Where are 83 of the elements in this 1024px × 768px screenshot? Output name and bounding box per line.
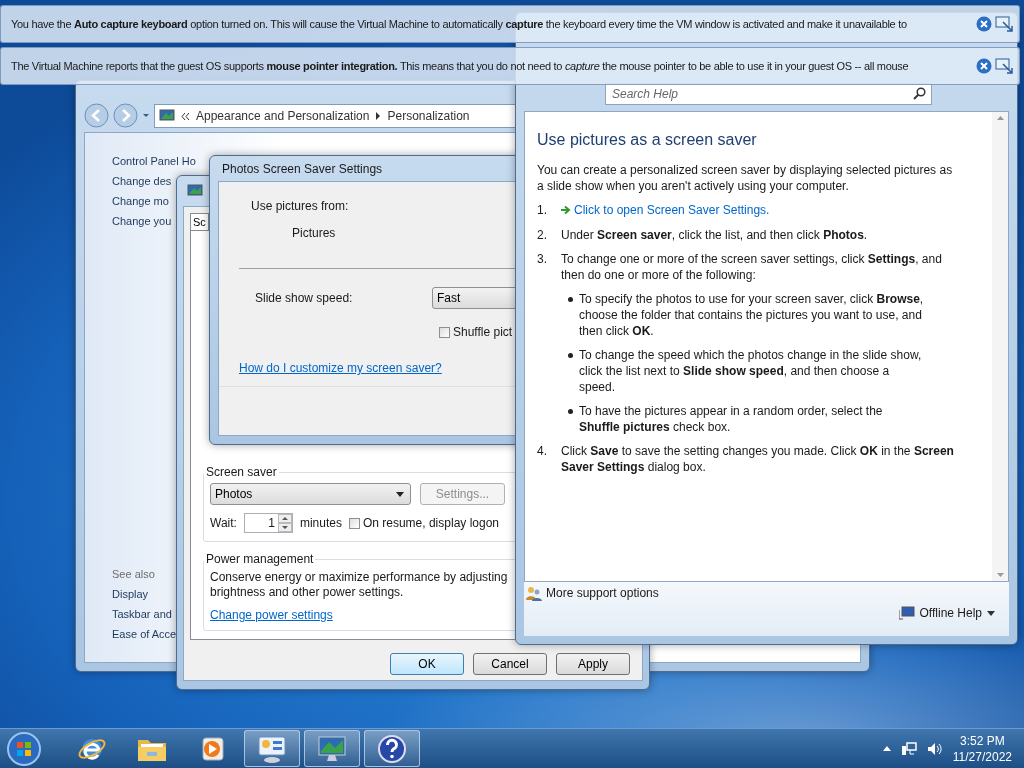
- help-link[interactable]: How do I customize my screen saver?: [239, 361, 442, 375]
- scrollbar[interactable]: [992, 112, 1008, 581]
- speed-label: Slide show speed:: [255, 291, 354, 305]
- monitor-icon: [187, 184, 203, 198]
- step-number: 2.: [537, 227, 548, 243]
- taskbar-button[interactable]: [244, 730, 300, 767]
- clock[interactable]: 3:52 PM 11/27/2022: [952, 732, 1012, 765]
- step-number: 4.: [537, 443, 548, 460]
- wait-label: Wait:: [210, 516, 237, 530]
- offline-help-button[interactable]: Offline Help: [892, 605, 1001, 621]
- screen-saver-dropdown[interactable]: Photos: [210, 483, 411, 505]
- support-link[interactable]: More support options: [546, 586, 659, 600]
- hide-message-icon[interactable]: [995, 58, 1013, 74]
- caret-icon: [987, 610, 995, 616]
- help-icon: [377, 733, 407, 764]
- bullet-text: To change the speed which the photos change in the slide show, click the list next to Slide show speed, and then choose a speed.: [579, 347, 923, 395]
- clock-date: 11/27/2022: [952, 748, 1012, 765]
- notification-text: You have the Auto capture keyboard option turned on. This will cause the Virtual Machine to automatically capture the keyboard every time the VM window is activated and make it unavailable to: [11, 18, 908, 30]
- address-bar[interactable]: Appearance and Personalization Personalization: [154, 104, 516, 128]
- dialog-title: Photos Screen Saver Settings: [222, 161, 383, 176]
- back-icon[interactable]: [84, 103, 109, 128]
- breadcrumb-item[interactable]: Personalization: [387, 109, 470, 123]
- step-text: To change one or more of the screen saver settings, click Settings, and then do one or more of the following:: [561, 251, 943, 283]
- sidebar-link[interactable]: Control Panel Ho: [112, 155, 196, 167]
- use-pictures-label: Use pictures from:: [250, 199, 350, 213]
- sidebar-link[interactable]: Taskbar and: [112, 608, 172, 620]
- sidebar-link[interactable]: Change des: [112, 175, 172, 187]
- caret-icon: [396, 491, 404, 497]
- scroll-down-icon[interactable]: [996, 573, 1004, 577]
- people-icon: [526, 585, 542, 601]
- shuffle-checkbox[interactable]: [439, 326, 450, 338]
- screen-saver-settings-link[interactable]: Click to open Screen Saver Settings.: [561, 202, 770, 218]
- see-also-heading: See also: [112, 568, 155, 580]
- monitor-icon: [316, 733, 348, 764]
- power-settings-link[interactable]: Change power settings: [210, 608, 333, 622]
- scroll-up-icon[interactable]: [996, 116, 1004, 120]
- checkbox-label: Shuffle pict: [453, 325, 513, 339]
- dialog-button[interactable]: Apply: [556, 653, 630, 675]
- logon-checkbox[interactable]: [348, 517, 360, 529]
- group-title: Power management: [205, 552, 315, 566]
- hide-message-icon[interactable]: [995, 16, 1013, 32]
- show-hidden-icons-icon[interactable]: [882, 746, 891, 751]
- close-icon[interactable]: [976, 16, 992, 32]
- step-text: Click Save to save the setting changes you made. Click OK in the Screen Saver Settings dialog box.: [561, 443, 955, 475]
- taskbar-button[interactable]: [364, 730, 420, 767]
- bullet-icon: [567, 353, 573, 358]
- chevrons-icon: [181, 111, 190, 121]
- minutes-label: minutes: [299, 516, 342, 530]
- sidebar-link[interactable]: Change mo: [112, 195, 169, 207]
- dialog-button[interactable]: OK: [390, 653, 464, 675]
- arrow-icon: [561, 205, 571, 215]
- step-text: Under Screen saver, click the list, and then click Photos.: [561, 227, 868, 243]
- folder-name: Pictures: [291, 225, 337, 240]
- step-number: 3.: [537, 251, 548, 268]
- bullet-text: To specify the photos to use for your screen saver, click Browse, choose the folder that contains the pictures you want to use, and then click OK.: [579, 291, 924, 339]
- wait-spinner[interactable]: 1: [243, 513, 293, 533]
- breadcrumb-arrow-icon[interactable]: [375, 112, 382, 120]
- network-icon[interactable]: [900, 740, 917, 757]
- notification-text: The Virtual Machine reports that the guest OS supports mouse pointer integration. This means that you do not need to capture the mouse pointer to be able to use it in your guest OS -- all mouse: [11, 60, 910, 72]
- dialog-tab[interactable]: Sc: [190, 213, 209, 230]
- spin-arrows-icon: [277, 514, 292, 532]
- power-description: Conserve energy or maximize performance by adjusting brightness and other power settings.: [210, 570, 509, 600]
- breadcrumb-item[interactable]: Appearance and Personalization: [196, 109, 370, 123]
- article-heading: Use pictures as a screen saver: [537, 132, 758, 148]
- search-field[interactable]: Search Help: [605, 83, 932, 105]
- checkbox-label: On resume, display logon: [362, 516, 499, 530]
- bullet-icon: [567, 297, 573, 302]
- search-icon[interactable]: [913, 87, 926, 100]
- clock-time: 3:52 PM: [960, 732, 1005, 749]
- computer-icon: [898, 606, 915, 620]
- close-icon[interactable]: [976, 58, 992, 74]
- intro-paragraph: You can create a personalized screen saver by displaying selected pictures as a slide show when you aren't actively using your computer.: [537, 162, 954, 194]
- dialog-button[interactable]: Cancel: [473, 653, 547, 675]
- step-number: 1.: [537, 202, 548, 219]
- sidebar-link[interactable]: Display: [112, 588, 149, 600]
- sidebar-link[interactable]: Ease of Acce: [112, 628, 177, 640]
- bullet-text: To have the pictures appear in a random order, select the Shuffle pictures check box.: [579, 403, 884, 435]
- forward-icon[interactable]: [113, 103, 138, 128]
- bullet-icon: [567, 409, 573, 414]
- sidebar-link[interactable]: Change you: [112, 215, 172, 227]
- start-button-icon[interactable]: [6, 730, 42, 767]
- taskbar-button[interactable]: [304, 730, 360, 767]
- group-title: Screen saver: [205, 465, 278, 479]
